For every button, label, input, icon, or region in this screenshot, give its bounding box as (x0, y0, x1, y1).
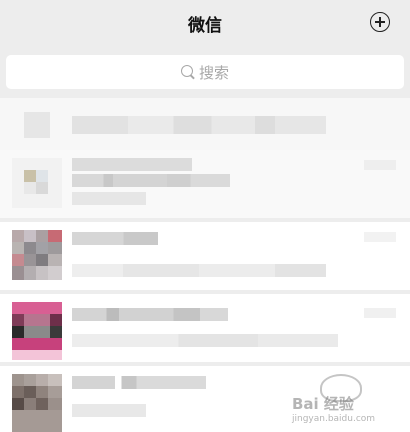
plus-circle-icon[interactable] (370, 12, 390, 32)
chat-list-item[interactable] (0, 222, 410, 290)
chat-name (72, 376, 206, 389)
watermark: Bai 经验 jingyan.baidu.com (292, 374, 410, 432)
app-header: 微信 (0, 0, 410, 46)
chat-name (72, 158, 192, 171)
timestamp (364, 232, 396, 242)
avatar (24, 112, 50, 138)
search-icon (180, 65, 193, 77)
avatar (12, 158, 62, 208)
search-bar[interactable]: 搜索 (6, 55, 404, 89)
chat-list-item[interactable] (0, 150, 410, 218)
timestamp (364, 160, 396, 170)
avatar (12, 374, 62, 432)
message-preview (72, 334, 338, 347)
search-placeholder: 搜索 (198, 63, 229, 82)
message-preview (72, 174, 230, 187)
chat-list-item[interactable] (0, 98, 410, 150)
message-preview (72, 192, 146, 205)
watermark-title: Bai 经验 (292, 395, 354, 413)
timestamp (364, 308, 396, 318)
chat-name (72, 232, 158, 245)
avatar (12, 230, 62, 280)
chat-list-item[interactable] (0, 294, 410, 362)
message-preview (72, 116, 326, 134)
avatar (12, 302, 62, 360)
chat-name (72, 308, 228, 321)
page-title: 微信 (188, 16, 222, 36)
watermark-url: jingyan.baidu.com (292, 414, 376, 424)
message-preview (72, 404, 146, 417)
message-preview (72, 264, 326, 277)
